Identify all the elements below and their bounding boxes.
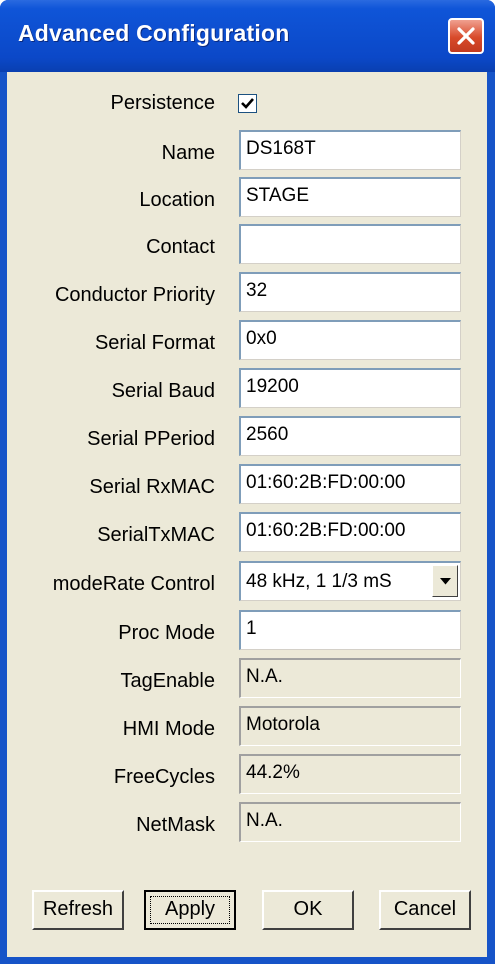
moderate-control-value: 48 kHz, 1 1/3 mS	[246, 571, 392, 592]
persistence-label: Persistence	[110, 92, 216, 114]
contact-field[interactable]	[239, 224, 461, 264]
dropdown-button[interactable]	[432, 565, 458, 597]
hmi-mode-field: Motorola	[239, 706, 461, 746]
conductor-priority-field[interactable]: 32	[239, 272, 461, 312]
checkmark-icon	[241, 98, 254, 109]
title-bar[interactable]: Advanced Configuration	[0, 0, 495, 72]
serial-txmac-label: SerialTxMAC	[97, 524, 215, 546]
proc-mode-label: Proc Mode	[118, 622, 215, 644]
name-field[interactable]: DS168T	[239, 130, 461, 170]
proc-mode-field[interactable]: 1	[239, 610, 461, 650]
moderate-control-label: modeRate Control	[52, 573, 215, 595]
contact-label: Contact	[146, 236, 215, 258]
close-icon	[457, 27, 475, 45]
serial-format-label: Serial Format	[94, 332, 215, 354]
freecycles-label: FreeCycles	[113, 766, 215, 788]
serial-txmac-field[interactable]: 01:60:2B:FD:00:00	[239, 512, 461, 552]
conductor-priority-label: Conductor Priority	[54, 284, 215, 306]
serial-rxmac-field[interactable]: 01:60:2B:FD:00:00	[239, 464, 461, 504]
chevron-down-icon	[440, 578, 451, 585]
serial-baud-label: Serial Baud	[111, 380, 215, 402]
serial-baud-field[interactable]: 19200	[239, 368, 461, 408]
serial-format-field[interactable]: 0x0	[239, 320, 461, 360]
freecycles-field: 44.2%	[239, 754, 461, 794]
serial-pperiod-label: Serial PPeriod	[87, 428, 215, 450]
netmask-label: NetMask	[136, 814, 215, 836]
moderate-control-select[interactable]: 48 kHz, 1 1/3 mS	[239, 561, 461, 601]
cancel-button[interactable]: Cancel	[379, 890, 471, 930]
refresh-button[interactable]: Refresh	[32, 890, 124, 930]
hmi-mode-label: HMI Mode	[122, 718, 215, 740]
window-title: Advanced Configuration	[18, 20, 290, 46]
focus-rect	[150, 896, 230, 924]
apply-button[interactable]: Apply	[144, 890, 236, 930]
persistence-checkbox[interactable]	[238, 94, 257, 113]
ok-button[interactable]: OK	[262, 890, 354, 930]
dialog-body: Persistence Name DS168T Location STAGE C…	[7, 72, 487, 957]
tagenable-field: N.A.	[239, 658, 461, 698]
serial-rxmac-label: Serial RxMAC	[89, 476, 215, 498]
tagenable-label: TagEnable	[120, 670, 215, 692]
location-field[interactable]: STAGE	[239, 177, 461, 217]
close-button[interactable]	[448, 18, 484, 54]
serial-pperiod-field[interactable]: 2560	[239, 416, 461, 456]
location-label: Location	[139, 189, 215, 211]
name-label: Name	[161, 142, 215, 164]
netmask-field: N.A.	[239, 802, 461, 842]
dialog-window: Advanced Configuration Persistence Name …	[0, 0, 495, 964]
